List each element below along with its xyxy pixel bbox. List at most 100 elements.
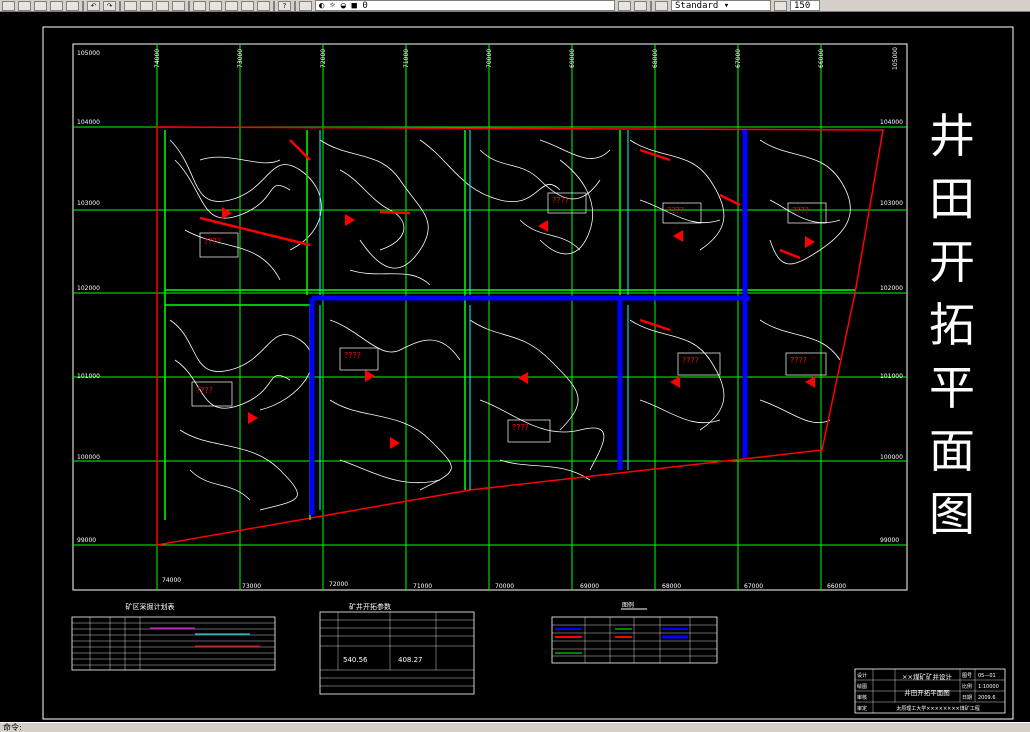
grid-bottom-label: 73000 bbox=[242, 583, 261, 590]
grid-bottom-label: 66000 bbox=[827, 583, 846, 590]
param-value: 408.27 bbox=[398, 656, 423, 664]
calculator-icon[interactable] bbox=[257, 0, 270, 11]
drawing-title: 井 田 开 拓 平 面 图 bbox=[922, 105, 982, 546]
open-icon[interactable] bbox=[18, 0, 31, 11]
grid-top-label: 69000 bbox=[569, 49, 576, 68]
layer-dropdown[interactable]: ◐ ☼ ◒ ■ 0 bbox=[315, 0, 615, 11]
mine-label: ???? bbox=[344, 351, 361, 360]
grid-top-label: 74000 bbox=[154, 49, 161, 68]
markup-icon[interactable] bbox=[241, 0, 254, 11]
grid-right-label: 100000 bbox=[880, 454, 903, 461]
new-icon[interactable] bbox=[2, 0, 15, 11]
text-style-dropdown[interactable]: Standard ▾ bbox=[671, 0, 771, 11]
title-char: 图 bbox=[929, 487, 975, 541]
grid-bottom-label: 71000 bbox=[413, 583, 432, 590]
grid-top-label: 68000 bbox=[652, 49, 659, 68]
zoom-previous-icon[interactable] bbox=[172, 0, 185, 11]
parameters-table: 矿井开拓参数 540.56 408.27 bbox=[319, 602, 475, 695]
grid-top-label: 72000 bbox=[320, 49, 327, 68]
grid-bottom-label: 69000 bbox=[580, 583, 599, 590]
match-properties-icon[interactable] bbox=[618, 0, 631, 11]
dim-style-icon[interactable] bbox=[774, 0, 787, 11]
mine-label: ???? bbox=[512, 423, 529, 432]
tb-number-value: 05—01 bbox=[978, 673, 996, 679]
grid-bottom-label: 67000 bbox=[744, 583, 763, 590]
zoom-window-icon[interactable] bbox=[156, 0, 169, 11]
tb-date-label: 日期 bbox=[962, 695, 972, 701]
tb-check: 审核 bbox=[857, 694, 867, 701]
pan-icon[interactable] bbox=[124, 0, 137, 11]
title-char: 平 bbox=[929, 361, 975, 415]
print-icon[interactable] bbox=[50, 0, 63, 11]
title-char: 面 bbox=[929, 424, 975, 478]
zoom-dropdown[interactable]: 150 bbox=[790, 0, 820, 11]
tb-approve: 审定 bbox=[857, 705, 867, 712]
title-char: 田 bbox=[929, 172, 975, 226]
design-center-icon[interactable] bbox=[209, 0, 222, 11]
tb-drawing-name: 井田开拓平面图 bbox=[904, 688, 950, 697]
grid-bottom-label: 70000 bbox=[495, 583, 514, 590]
separator bbox=[188, 0, 190, 11]
title-char: 井 bbox=[929, 109, 975, 163]
legend-table: 图例 bbox=[551, 601, 718, 664]
save-icon[interactable] bbox=[34, 0, 47, 11]
separator bbox=[82, 0, 84, 11]
grid-top-label: 73000 bbox=[237, 49, 244, 68]
grid-right-label: 102000 bbox=[880, 285, 903, 292]
layer-icon[interactable] bbox=[634, 0, 647, 11]
standard-toolbar: ↶ ↷ ? ◐ ☼ ◒ ■ 0 Standard ▾ 150 bbox=[0, 0, 1030, 12]
tb-number-label: 图号 bbox=[962, 673, 972, 679]
command-line[interactable]: 命令: bbox=[0, 722, 1030, 732]
drawing-canvas[interactable]: 74000 73000 72000 71000 70000 69000 6800… bbox=[0, 12, 1030, 722]
zoom-value: 150 bbox=[794, 1, 811, 11]
grid-top-label: 70000 bbox=[486, 49, 493, 68]
separator bbox=[273, 0, 275, 11]
grid-bottom-label: 74000 bbox=[162, 577, 181, 584]
grid-bottom-label: 72000 bbox=[329, 581, 348, 588]
preview-icon[interactable] bbox=[66, 0, 79, 11]
layer-manager-icon[interactable] bbox=[299, 0, 312, 11]
mine-label: ???? bbox=[552, 196, 569, 205]
title-block: 设计 绘图 审核 审定 ××煤矿矿井设计 井田开拓平面图 图号 05—01 比例… bbox=[854, 668, 1006, 714]
help-icon[interactable]: ? bbox=[278, 0, 291, 11]
mine-label: ???? bbox=[792, 206, 809, 215]
style-icon[interactable] bbox=[655, 0, 668, 11]
grid-left-label: 101000 bbox=[77, 373, 100, 380]
mine-label: ???? bbox=[682, 356, 699, 365]
grid-left-label: 104000 bbox=[77, 119, 100, 126]
layer-value: 0 bbox=[362, 1, 368, 11]
grid-left-label: 102000 bbox=[77, 285, 100, 292]
grid-left-label: 103000 bbox=[77, 200, 100, 207]
param-value: 540.56 bbox=[343, 656, 368, 664]
faults bbox=[199, 139, 801, 332]
tb-scale-label: 比例 bbox=[962, 683, 972, 690]
redo-icon[interactable]: ↷ bbox=[103, 0, 116, 11]
grid-left-label: 105000 bbox=[77, 50, 100, 57]
undo-icon[interactable]: ↶ bbox=[87, 0, 100, 11]
mine-boundary bbox=[156, 126, 884, 546]
mine-label: ???? bbox=[204, 237, 221, 246]
grid-top-label: 67000 bbox=[735, 49, 742, 68]
command-prompt: 命令: bbox=[3, 723, 22, 732]
tb-drawn: 绘图 bbox=[857, 683, 867, 690]
separator bbox=[294, 0, 296, 11]
grid-right-label: 103000 bbox=[880, 200, 903, 207]
mine-label: ???? bbox=[196, 386, 213, 395]
grid-right-label: 99000 bbox=[880, 537, 899, 544]
separator bbox=[650, 0, 652, 11]
grid-left-label: 99000 bbox=[77, 537, 96, 544]
mining-plan-table: 矿区采掘计划表 bbox=[71, 602, 276, 671]
text-style-value: Standard bbox=[675, 1, 719, 11]
contour-lines bbox=[169, 139, 851, 511]
main-roadways bbox=[309, 130, 750, 515]
properties-icon[interactable] bbox=[193, 0, 206, 11]
coordinate-grid bbox=[73, 44, 907, 590]
grid-left-label: 100000 bbox=[77, 454, 100, 461]
mine-labels: ???? ???? ???? ???? ???? ???? ???? ???? … bbox=[191, 192, 827, 443]
tb-scale-value: 1:10000 bbox=[978, 684, 999, 690]
tb-mine-name: ××煤矿矿井设计 bbox=[902, 672, 952, 681]
drawing-svg: 74000 73000 72000 71000 70000 69000 6800… bbox=[42, 26, 1014, 720]
tb-school: 太原理工大学××××××××煤矿工程 bbox=[896, 705, 980, 712]
tool-palette-icon[interactable] bbox=[225, 0, 238, 11]
zoom-realtime-icon[interactable] bbox=[140, 0, 153, 11]
